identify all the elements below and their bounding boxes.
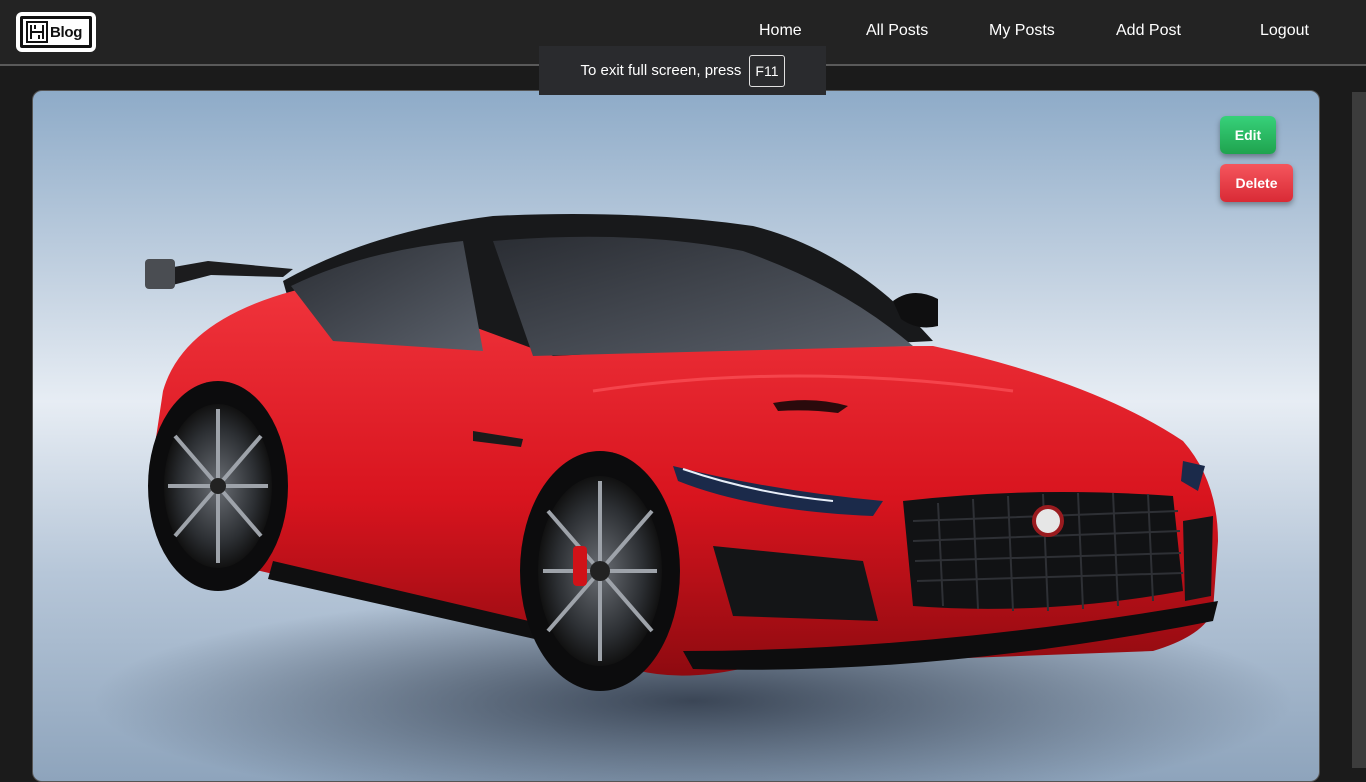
nav-logout[interactable]: Logout — [1260, 22, 1309, 40]
site-logo[interactable]: Blog — [16, 12, 96, 52]
nav-all-posts[interactable]: All Posts — [866, 22, 928, 40]
nav-add-post[interactable]: Add Post — [1116, 22, 1181, 40]
logo-frame: Blog — [20, 16, 92, 48]
post-image-car — [93, 213, 1293, 781]
maze-icon — [26, 21, 48, 43]
scrollbar-thumb[interactable] — [1352, 92, 1366, 768]
nav-home[interactable]: Home — [759, 22, 802, 40]
post-card: Edit Delete — [32, 90, 1320, 782]
edit-post-button[interactable]: Edit — [1220, 116, 1276, 154]
delete-post-button[interactable]: Delete — [1220, 164, 1293, 202]
nav-my-posts[interactable]: My Posts — [989, 22, 1055, 40]
logo-text: Blog — [50, 23, 83, 41]
fullscreen-exit-toast: To exit full screen, press F11 — [539, 46, 826, 95]
fullscreen-key-badge: F11 — [749, 54, 785, 87]
fullscreen-toast-message: To exit full screen, press — [580, 62, 742, 79]
